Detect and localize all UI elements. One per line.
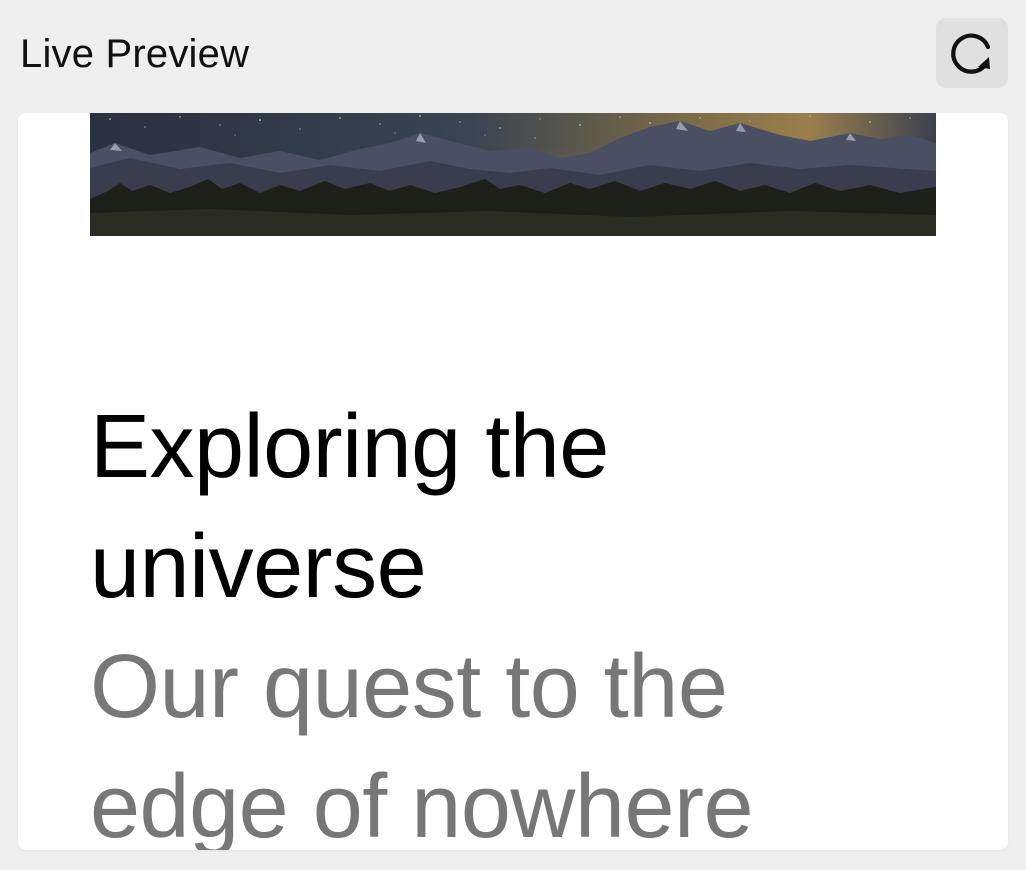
preview-header: Live Preview — [0, 0, 1026, 108]
refresh-icon — [951, 33, 991, 74]
refresh-button[interactable] — [936, 18, 1008, 88]
night-sky-mountains-image — [90, 113, 936, 236]
article-subtitle: Our quest to the edge of nowhere — [90, 637, 754, 850]
panel-title: Live Preview — [20, 32, 250, 76]
article-title: Exploring the universe — [90, 397, 609, 617]
preview-card: Exploring the universe Our quest to the … — [18, 113, 1008, 850]
hero-image — [90, 113, 936, 236]
